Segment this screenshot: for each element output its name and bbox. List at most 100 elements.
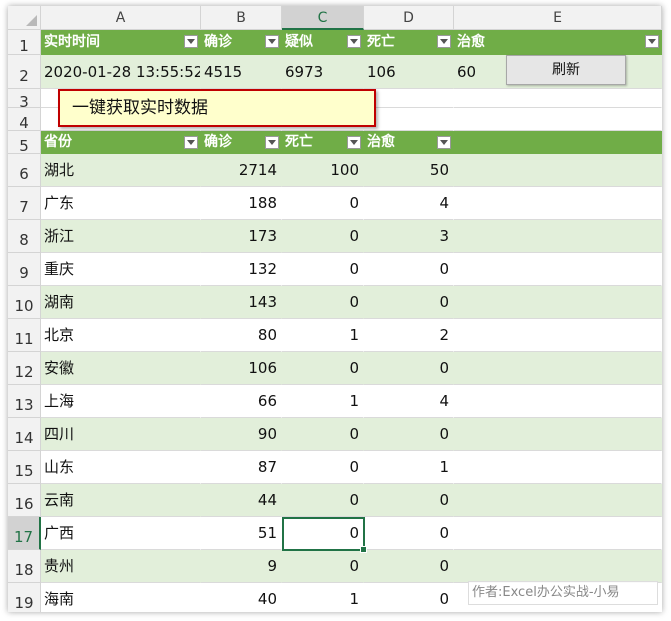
filter-dropdown-icon[interactable] (347, 35, 361, 48)
row-header-16[interactable]: 16 (8, 484, 41, 517)
data-cell[interactable]: 87 (201, 451, 282, 484)
row-header-3[interactable]: 3 (8, 89, 41, 111)
data-cell[interactable]: 0 (282, 550, 364, 583)
data-cell[interactable]: 1 (282, 319, 364, 352)
empty-cell[interactable] (454, 253, 662, 286)
data-cell[interactable]: 2714 (201, 154, 282, 187)
column-header-a[interactable]: A (41, 6, 201, 30)
row-header-12[interactable]: 12 (8, 352, 41, 385)
empty-cell[interactable] (454, 517, 662, 550)
row-header-15[interactable]: 15 (8, 451, 41, 484)
table1-value-cell[interactable]: 4515 (201, 55, 282, 89)
data-cell[interactable]: 9 (201, 550, 282, 583)
column-header-d[interactable]: D (364, 6, 454, 30)
row-header-5[interactable]: 5 (8, 131, 41, 155)
data-cell[interactable]: 173 (201, 220, 282, 253)
data-cell[interactable]: 1 (364, 451, 454, 484)
empty-cell[interactable] (454, 154, 662, 187)
province-cell[interactable]: 山东 (41, 451, 201, 484)
row-header-4[interactable]: 4 (8, 108, 41, 132)
empty-cell[interactable] (454, 385, 662, 418)
data-cell[interactable]: 0 (282, 253, 364, 286)
column-header-c[interactable]: C (282, 6, 364, 30)
empty-cell[interactable] (454, 89, 662, 108)
table2-header-cell[interactable]: 确诊 (201, 131, 282, 154)
empty-cell[interactable] (454, 550, 662, 583)
province-cell[interactable]: 上海 (41, 385, 201, 418)
data-cell[interactable]: 0 (282, 286, 364, 319)
data-cell[interactable]: 0 (364, 352, 454, 385)
row-header-10[interactable]: 10 (8, 286, 41, 319)
table1-value-cell[interactable]: 2020-01-28 13:55:52 (41, 55, 201, 89)
row-header-19[interactable]: 19 (8, 583, 41, 612)
province-cell[interactable]: 广东 (41, 187, 201, 220)
empty-cell[interactable] (454, 352, 662, 385)
filter-dropdown-icon[interactable] (437, 35, 451, 48)
province-cell[interactable]: 贵州 (41, 550, 201, 583)
data-cell[interactable]: 2 (364, 319, 454, 352)
data-cell[interactable]: 4 (364, 187, 454, 220)
data-cell[interactable]: 0 (364, 517, 454, 550)
data-cell[interactable]: 80 (201, 319, 282, 352)
data-cell[interactable]: 0 (282, 352, 364, 385)
province-cell[interactable]: 广西 (41, 517, 201, 550)
data-cell[interactable]: 0 (282, 418, 364, 451)
province-cell[interactable]: 湖南 (41, 286, 201, 319)
table2-header-cell[interactable]: 省份 (41, 131, 201, 154)
empty-cell[interactable] (454, 451, 662, 484)
data-cell[interactable]: 44 (201, 484, 282, 517)
data-cell[interactable]: 40 (201, 583, 282, 612)
row-header-17[interactable]: 17 (8, 517, 41, 550)
province-cell[interactable]: 浙江 (41, 220, 201, 253)
data-cell[interactable]: 66 (201, 385, 282, 418)
data-cell[interactable]: 100 (282, 154, 364, 187)
data-cell[interactable]: 1 (282, 385, 364, 418)
empty-cell[interactable] (454, 418, 662, 451)
table1-header-cell[interactable]: 确诊 (201, 30, 282, 55)
empty-cell[interactable] (454, 286, 662, 319)
data-cell[interactable]: 50 (364, 154, 454, 187)
data-cell[interactable]: 188 (201, 187, 282, 220)
table1-value-cell[interactable]: 106 (364, 55, 454, 89)
data-cell[interactable]: 0 (282, 187, 364, 220)
table1-header-cell[interactable]: 死亡 (364, 30, 454, 55)
row-header-14[interactable]: 14 (8, 418, 41, 451)
column-header-b[interactable]: B (201, 6, 282, 30)
data-cell[interactable]: 143 (201, 286, 282, 319)
table2-header-cell[interactable]: 死亡 (282, 131, 364, 154)
empty-cell[interactable] (454, 484, 662, 517)
province-cell[interactable]: 北京 (41, 319, 201, 352)
filter-dropdown-icon[interactable] (184, 35, 198, 48)
table1-header-cell[interactable]: 疑似 (282, 30, 364, 55)
empty-cell[interactable] (364, 89, 454, 108)
row-header-6[interactable]: 6 (8, 154, 41, 187)
column-header-e[interactable]: E (454, 6, 662, 30)
filter-dropdown-icon[interactable] (265, 136, 279, 149)
data-cell[interactable]: 0 (364, 583, 454, 612)
row-header-8[interactable]: 8 (8, 220, 41, 253)
data-cell[interactable]: 0 (282, 451, 364, 484)
table2-header-cell[interactable] (454, 131, 662, 154)
row-header-7[interactable]: 7 (8, 187, 41, 220)
table1-value-cell[interactable]: 6973 (282, 55, 364, 89)
filter-dropdown-icon[interactable] (184, 136, 198, 149)
data-cell[interactable]: 4 (364, 385, 454, 418)
empty-cell[interactable] (454, 187, 662, 220)
row-header-1[interactable]: 1 (8, 30, 41, 55)
fetch-realtime-data-button[interactable]: 一键获取实时数据 (58, 89, 376, 127)
province-cell[interactable]: 安徽 (41, 352, 201, 385)
table1-header-cell[interactable]: 实时时间 (41, 30, 201, 55)
data-cell[interactable]: 1 (282, 583, 364, 612)
filter-dropdown-icon[interactable] (265, 35, 279, 48)
table1-header-cell[interactable]: 治愈 (454, 30, 662, 55)
empty-cell[interactable] (364, 108, 454, 131)
data-cell[interactable]: 51 (201, 517, 282, 550)
row-header-11[interactable]: 11 (8, 319, 41, 352)
filter-dropdown-icon[interactable] (347, 136, 361, 149)
province-cell[interactable]: 海南 (41, 583, 201, 612)
empty-cell[interactable] (454, 108, 662, 131)
province-cell[interactable]: 湖北 (41, 154, 201, 187)
data-cell[interactable]: 0 (364, 550, 454, 583)
filter-dropdown-icon[interactable] (645, 35, 659, 48)
empty-cell[interactable] (454, 319, 662, 352)
